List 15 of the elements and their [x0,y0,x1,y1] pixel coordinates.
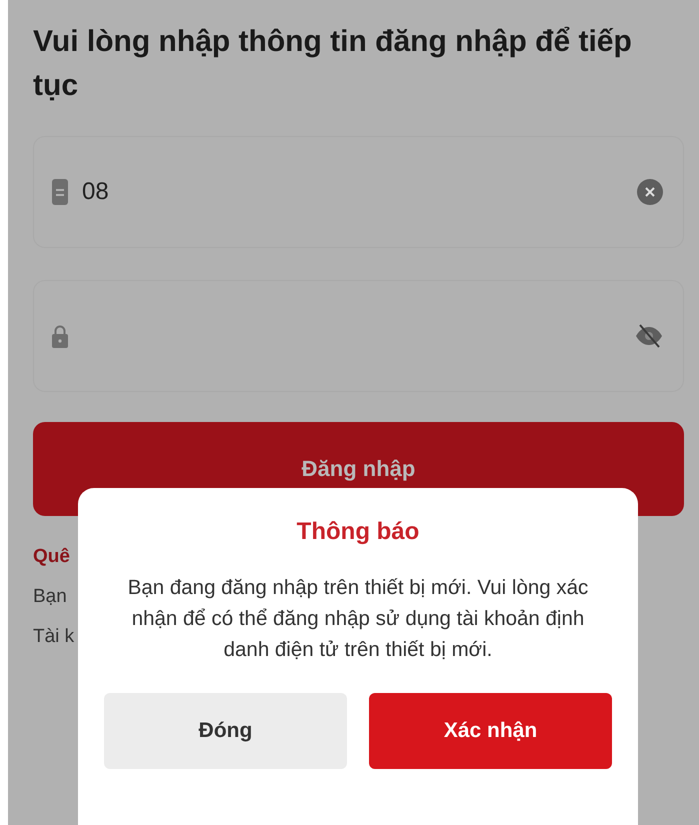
clear-icon[interactable] [637,179,663,205]
password-field[interactable] [33,280,684,392]
page-title: Vui lòng nhập thông tin đăng nhập để tiếp tục [33,24,633,104]
forgot-link[interactable]: Quê [33,546,70,568]
phone-field[interactable]: 08 [33,136,684,248]
info-text: Bạn [33,586,67,608]
confirm-button[interactable]: Xác nhận [369,693,612,769]
dialog-message: Bạn đang đăng nhập trên thiết bị mới. Vui lòng xác nhận để có thể đăng nhập sử dụng tài khoản định danh điện tử trên thiết bị mới. [126,575,590,663]
phone-icon [52,179,68,205]
eye-off-icon[interactable] [635,324,663,348]
close-button[interactable]: Đóng [104,693,347,769]
lock-icon [52,324,68,348]
dialog-title: Thông báo [296,518,420,546]
info-text: Tài k [33,626,74,648]
field-value: 08 [82,178,110,206]
